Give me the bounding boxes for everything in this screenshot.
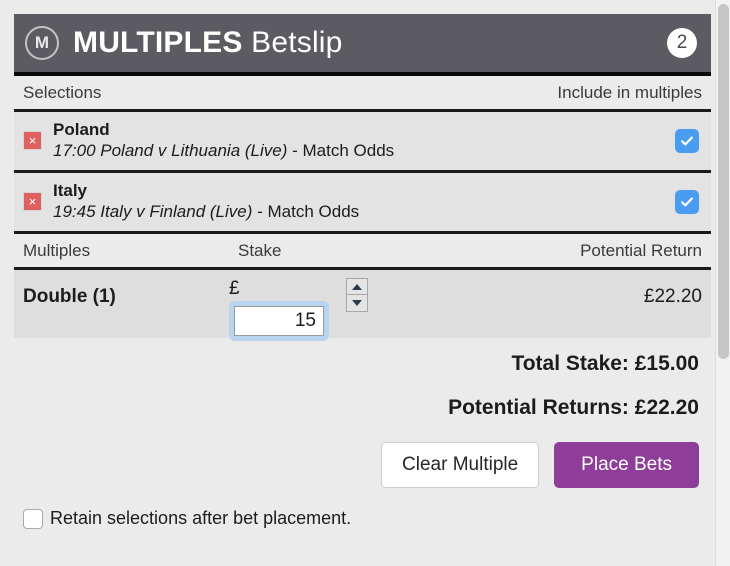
clear-multiple-button[interactable]: Clear Multiple	[381, 442, 540, 488]
selection-row: × Poland 17:00 Poland v Lithuania (Live)…	[14, 112, 711, 173]
multiple-potential-return: £22.20	[643, 286, 702, 307]
stake-input-focus-ring	[229, 301, 329, 341]
page-title: MULTIPLES Betslip	[73, 26, 343, 60]
selection-row: × Italy 19:45 Italy v Finland (Live) - M…	[14, 173, 711, 234]
totals-section: Total Stake: £15.00 Potential Returns: £…	[14, 338, 711, 426]
include-in-multiples-checkbox[interactable]	[675, 189, 699, 214]
action-buttons: Clear Multiple Place Bets	[14, 426, 711, 502]
multiples-column-header: Multiples Stake Potential Return	[14, 234, 711, 270]
total-stake-label: Total Stake: £15.00	[511, 352, 699, 375]
caret-down-icon	[352, 300, 362, 306]
selection-event: 17:00 Poland v Lithuania (Live)	[53, 141, 288, 160]
page-title-rest: Betslip	[242, 26, 343, 59]
selection-name: Italy	[53, 181, 88, 200]
selection-event: 19:45 Italy v Finland (Live)	[53, 202, 253, 221]
selections-column-header: Selections Include in multiples	[14, 76, 711, 112]
selection-market-name: - Match Odds	[252, 202, 360, 221]
potential-return-header-label: Potential Return	[580, 240, 702, 260]
betslip-panel: M MULTIPLES Betslip 2 Selections Include…	[14, 14, 711, 539]
selection-market: 17:00 Poland v Lithuania (Live) - Match …	[53, 140, 675, 162]
remove-selection-icon[interactable]: ×	[23, 131, 42, 150]
stake-input[interactable]	[234, 306, 324, 336]
logo-letter: M	[34, 33, 50, 52]
selection-market: 19:45 Italy v Finland (Live) - Match Odd…	[53, 201, 675, 223]
potential-returns-label: Potential Returns: £22.20	[448, 396, 699, 419]
stake-header-label: Stake	[238, 240, 282, 260]
stake-stepper	[346, 278, 368, 312]
selections-header-label: Selections	[23, 82, 102, 102]
retain-selections-row: Retain selections after bet placement.	[14, 502, 711, 539]
page-scrollbar-thumb[interactable]	[718, 4, 729, 359]
remove-selection-icon[interactable]: ×	[23, 192, 42, 211]
retain-selections-label: Retain selections after bet placement.	[50, 508, 352, 528]
selection-count-badge: 2	[667, 28, 697, 58]
multiple-bet-row: Double (1) £ £22.20	[14, 270, 711, 341]
include-in-multiples-header-label: Include in multiples	[557, 82, 702, 102]
place-bets-button[interactable]: Place Bets	[554, 442, 699, 488]
retain-selections-checkbox[interactable]	[23, 508, 43, 529]
caret-up-icon	[352, 283, 362, 290]
currency-symbol: £	[229, 278, 240, 299]
multiple-type-label: Double (1)	[23, 286, 116, 307]
page-title-bold: MULTIPLES	[73, 26, 243, 59]
selection-market-name: - Match Odds	[287, 141, 395, 160]
selection-name: Poland	[53, 120, 110, 139]
multiples-logo-icon: M	[25, 26, 59, 60]
selection-details: Poland 17:00 Poland v Lithuania (Live) -…	[53, 119, 675, 162]
multiples-header-label: Multiples	[23, 240, 91, 260]
stake-area: £	[229, 278, 602, 341]
selection-details: Italy 19:45 Italy v Finland (Live) - Mat…	[53, 180, 675, 223]
betslip-header: M MULTIPLES Betslip 2	[14, 14, 711, 76]
page-scrollbar[interactable]	[715, 0, 730, 566]
stake-increment-button[interactable]	[346, 278, 368, 295]
stake-decrement-button[interactable]	[346, 295, 368, 312]
include-in-multiples-checkbox[interactable]	[675, 128, 699, 153]
